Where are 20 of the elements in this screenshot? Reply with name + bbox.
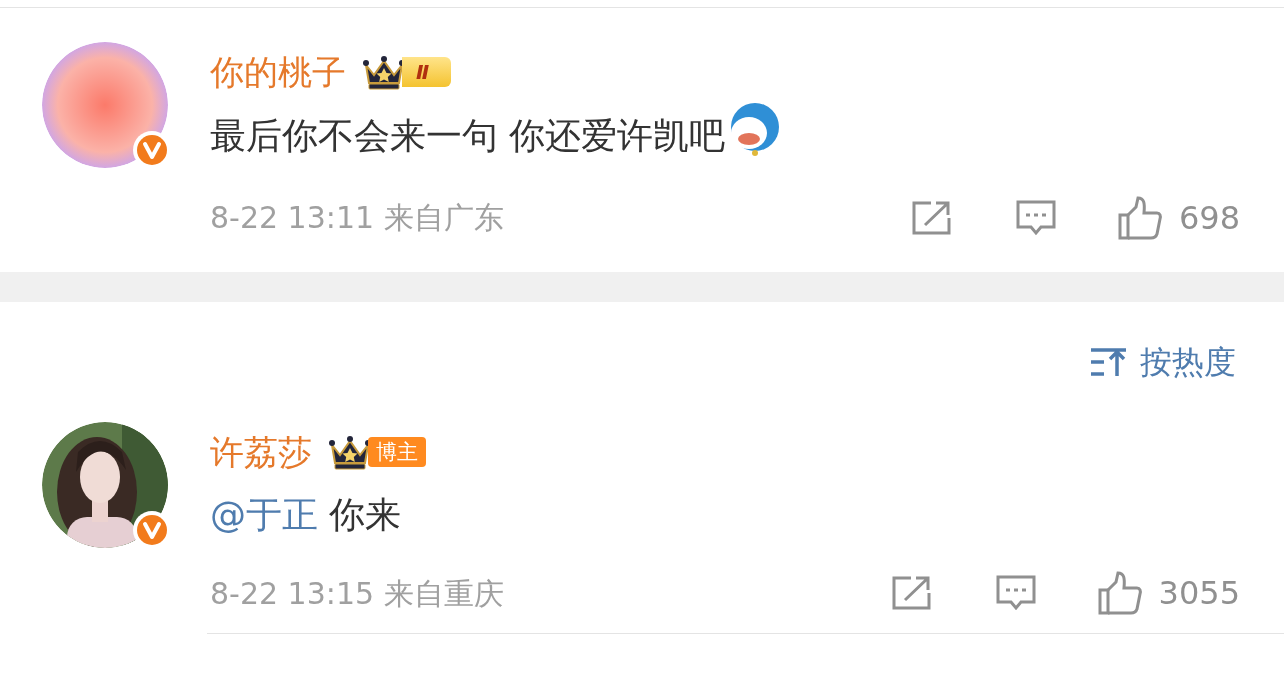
user-name[interactable]: 你的桃子 [210, 52, 346, 93]
comment-text: @于正 你来 [210, 493, 402, 538]
share-icon[interactable] [910, 199, 953, 236]
comment-meta: 8-22 13:15 来自重庆 [210, 574, 504, 613]
like-icon[interactable] [1096, 570, 1143, 617]
share-icon[interactable] [890, 575, 933, 612]
comment-text: 最后你不会来一句 你还爱许凯吧 [210, 113, 726, 158]
like-count: 698 [1178, 197, 1240, 239]
comment-icon[interactable] [994, 574, 1037, 613]
role-tag: 博主 [368, 437, 426, 467]
level-tag: Ⅱ [402, 57, 452, 88]
sort-icon [1090, 346, 1128, 377]
mention-link[interactable]: @于正 [210, 494, 318, 536]
user-name[interactable]: 许荔莎 [210, 431, 312, 473]
comment-meta: 8-22 13:11 来自广东 [210, 199, 504, 238]
like-icon[interactable] [1116, 194, 1163, 241]
sort-button[interactable]: 按热度 [1090, 337, 1236, 386]
avatar[interactable] [42, 42, 168, 168]
like-count: 3055 [1158, 573, 1240, 615]
comment-icon[interactable] [1014, 198, 1057, 237]
